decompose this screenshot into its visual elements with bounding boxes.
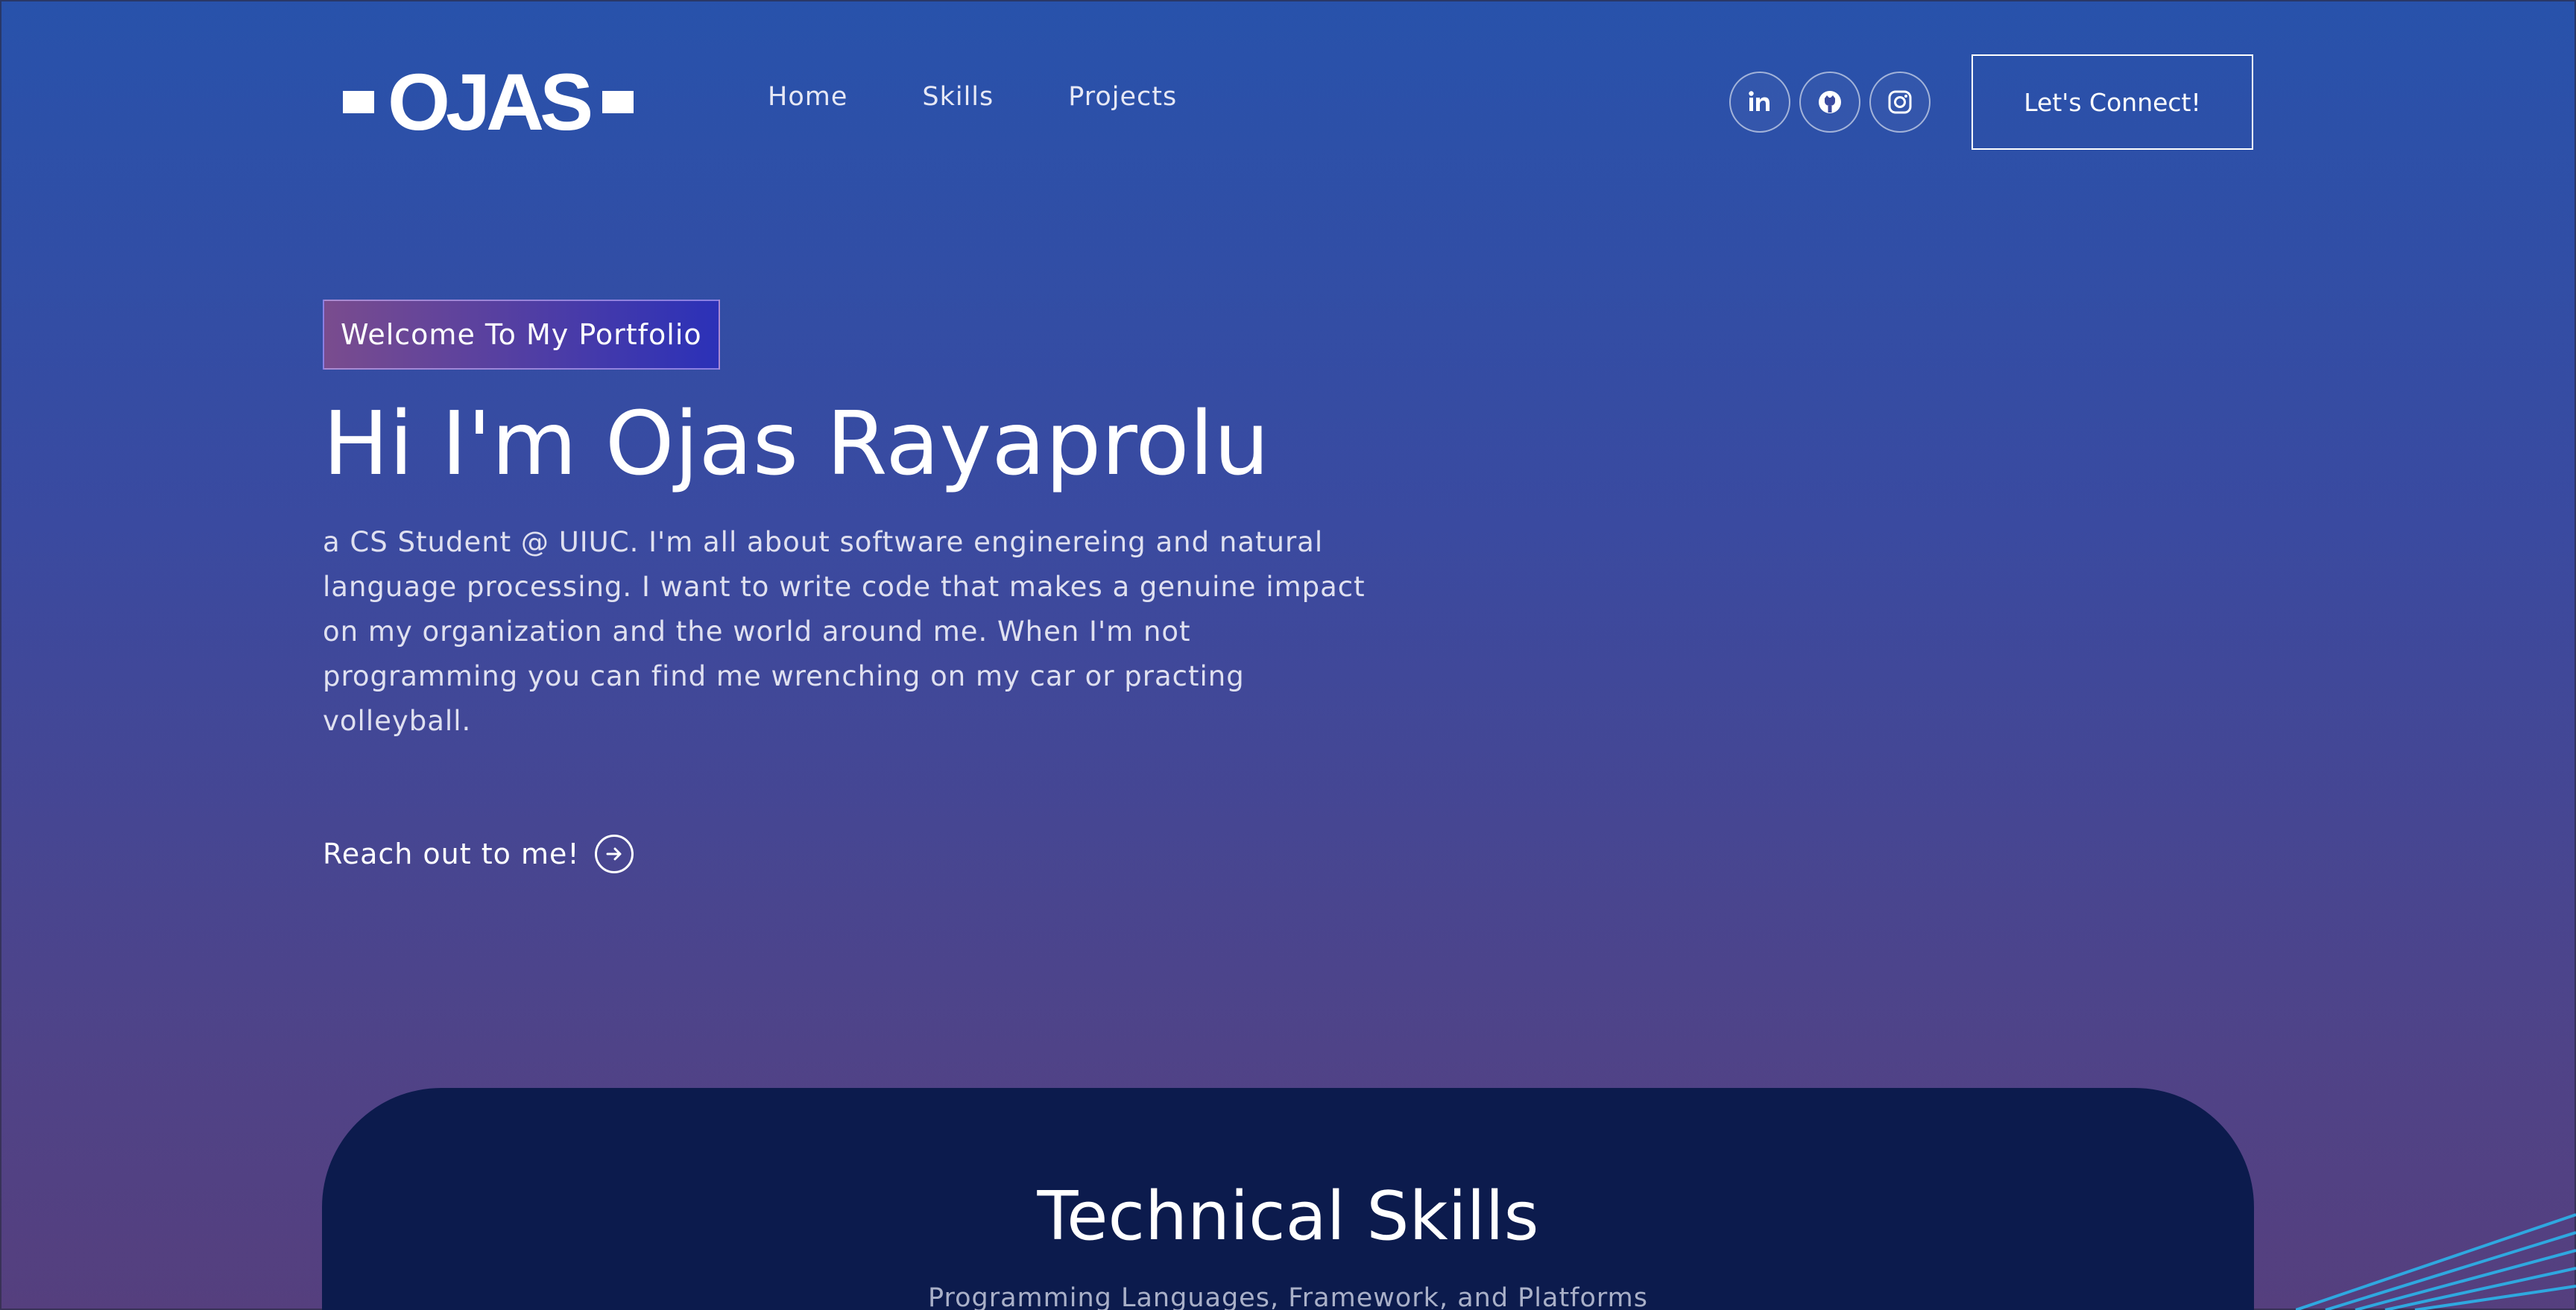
skills-title: Technical Skills — [1037, 1177, 1539, 1256]
nav-link-projects[interactable]: Projects — [1068, 82, 1177, 112]
linkedin-icon — [1749, 91, 1770, 111]
logo-dash-left — [343, 91, 374, 113]
welcome-tagline: Welcome To My Portfolio — [323, 300, 720, 370]
logo-text: OJAS — [388, 57, 593, 147]
reach-out-label: Reach out to me! — [323, 838, 580, 870]
arrow-right-circle-icon — [594, 835, 634, 873]
instagram-icon — [1888, 90, 1912, 114]
reach-out-button[interactable]: Reach out to me! — [323, 835, 634, 873]
navbar: OJAS Home Skills Projects Let's Connect! — [0, 0, 2576, 205]
nav-links: Home Skills Projects — [768, 82, 1251, 112]
instagram-button[interactable] — [1869, 72, 1931, 133]
logo[interactable]: OJAS — [343, 61, 686, 143]
github-icon — [1819, 91, 1841, 113]
social-icons — [1729, 72, 1931, 133]
skills-subtitle: Programming Languages, Framework, and Pl… — [927, 1283, 1649, 1310]
lets-connect-button[interactable]: Let's Connect! — [1972, 54, 2253, 150]
skills-section: Technical Skills Programming Languages, … — [322, 1088, 2254, 1310]
linkedin-button[interactable] — [1729, 72, 1790, 133]
nav-link-skills[interactable]: Skills — [922, 82, 994, 112]
nav-link-home[interactable]: Home — [768, 82, 847, 112]
github-button[interactable] — [1799, 72, 1860, 133]
hero-title: Hi I'm Ojas Rayaprolu — [323, 392, 1270, 495]
decorative-lines — [2296, 1213, 2576, 1310]
logo-dash-right — [602, 91, 634, 113]
hero-description: a CS Student @ UIUC. I'm all about softw… — [323, 526, 1366, 737]
